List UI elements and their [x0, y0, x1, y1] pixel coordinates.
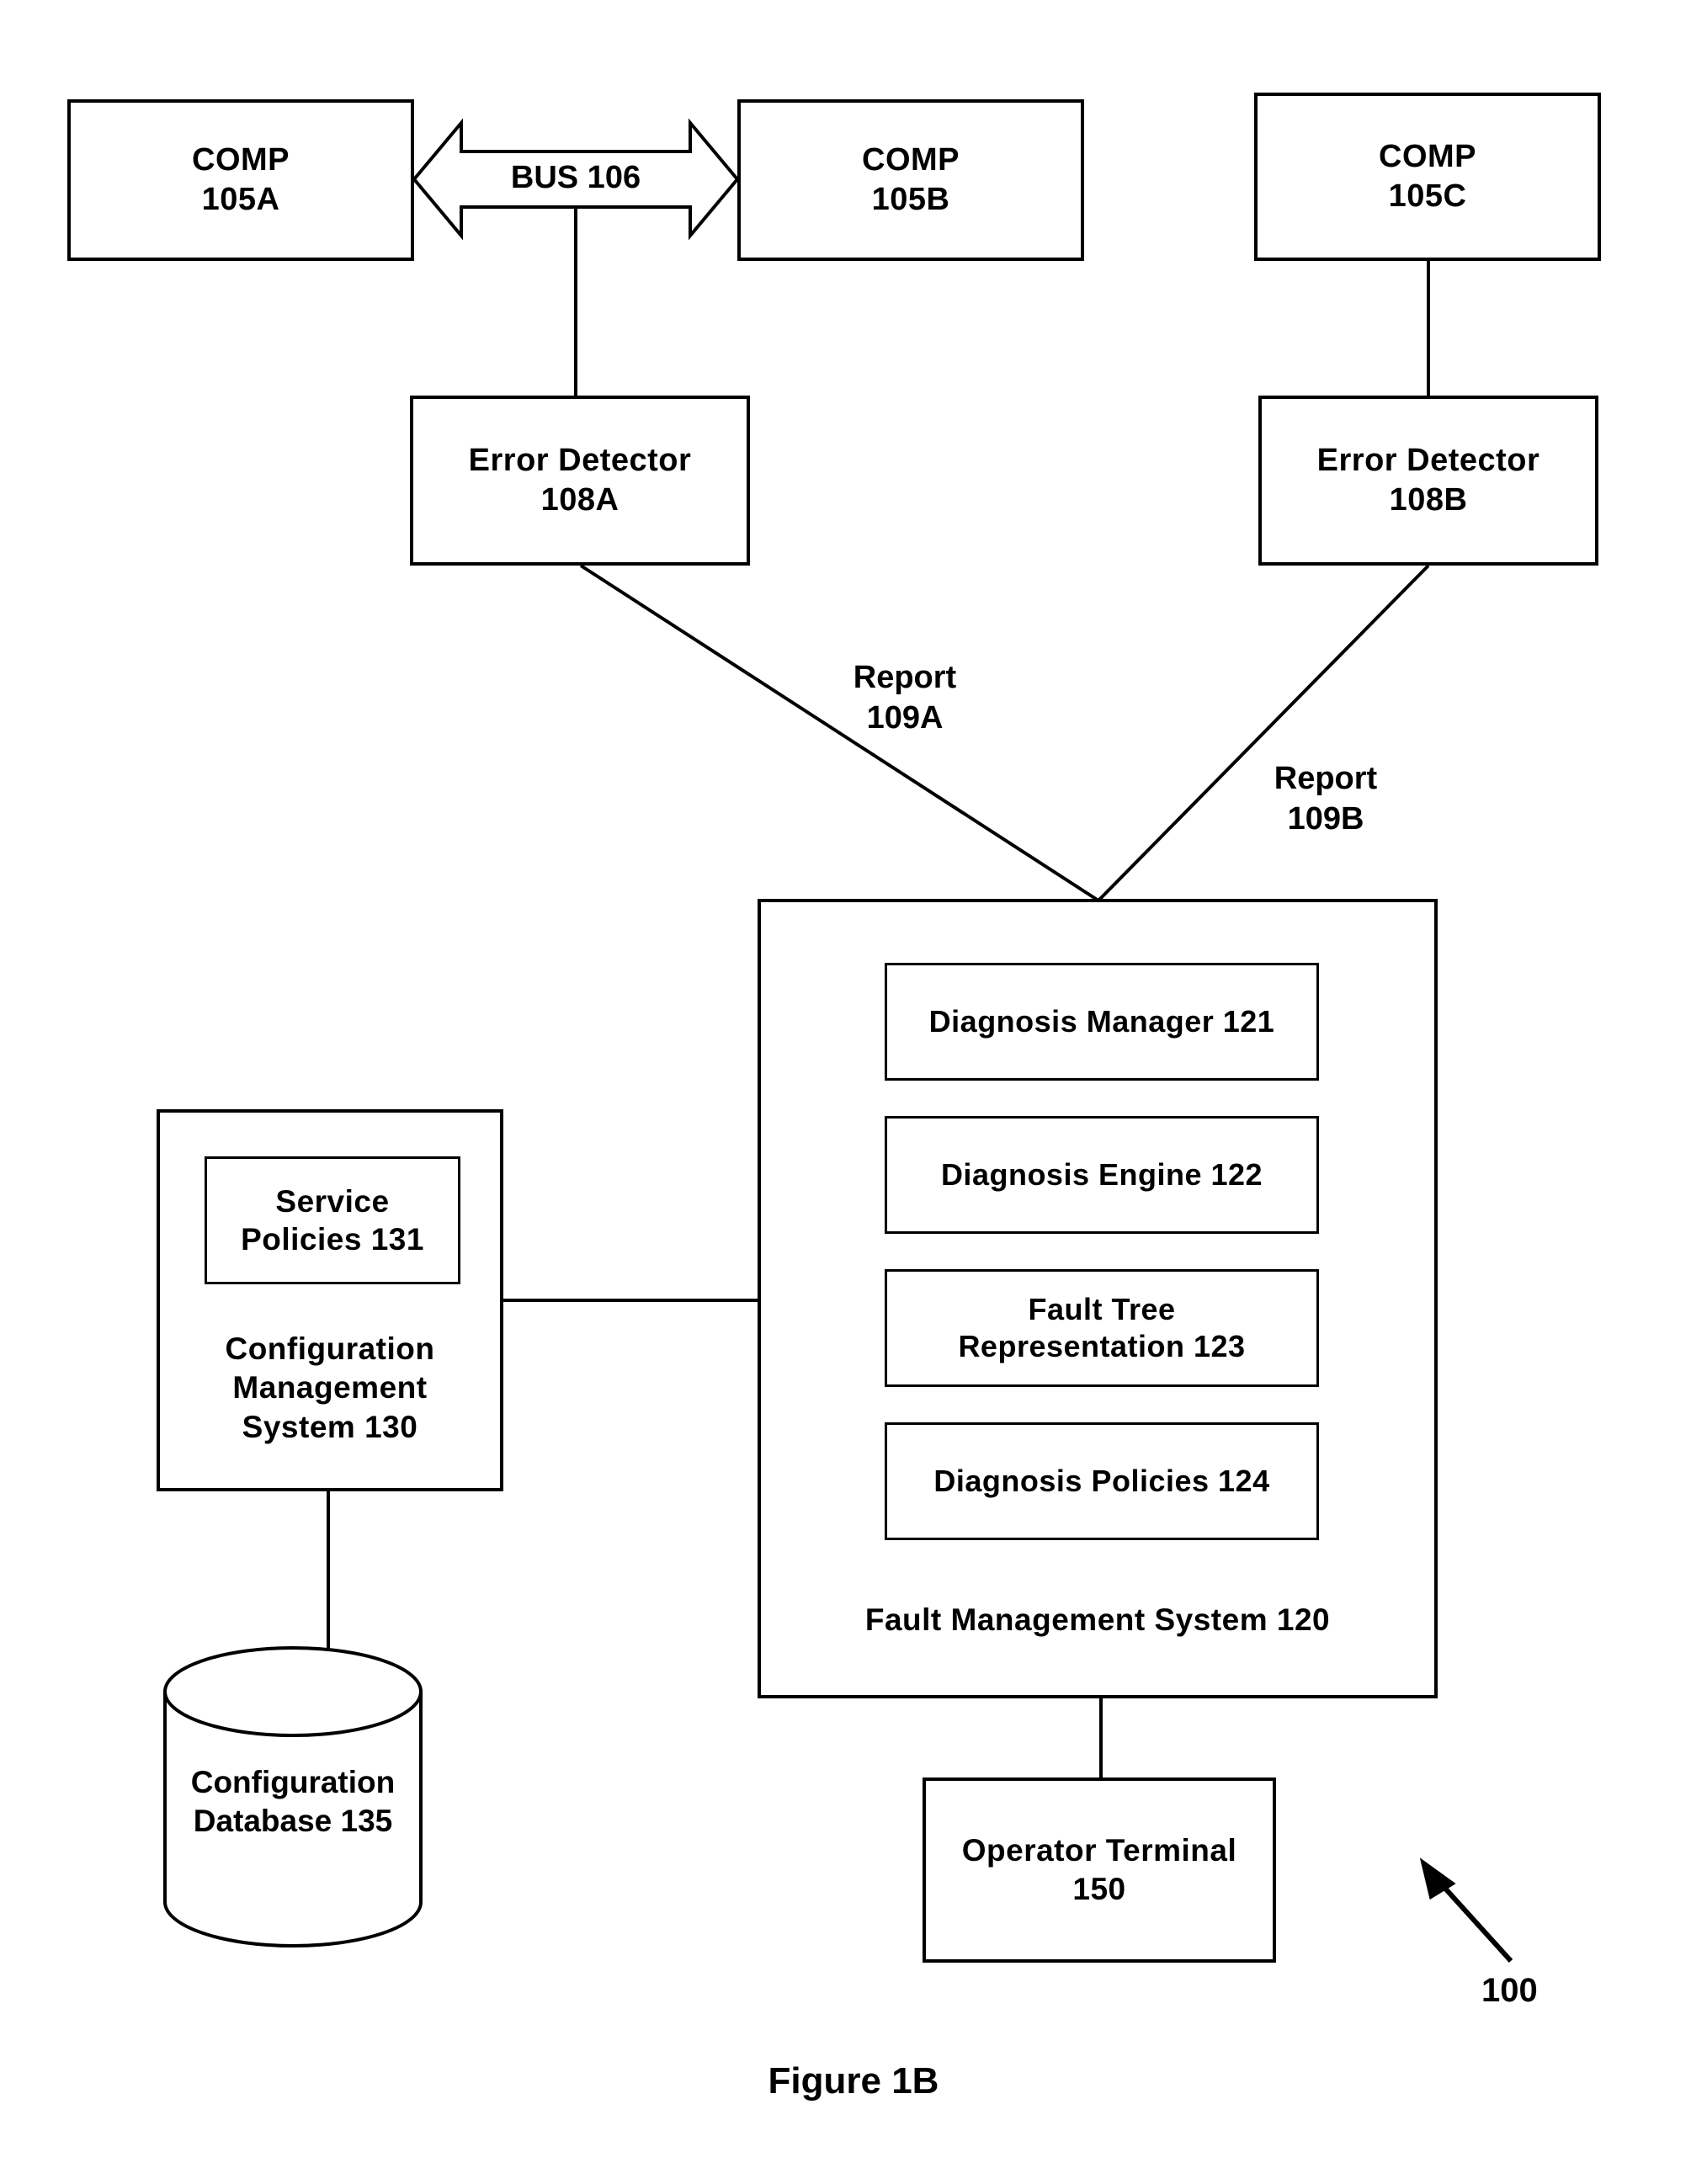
fault-management-system-box[interactable]: Diagnosis Manager 121 Diagnosis Engine 1…: [758, 899, 1438, 1698]
error-detector-108a-label: Error Detector 108A: [468, 442, 692, 518]
figure-canvas: BUS 106 COMP 105A COMP 105B COMP 105C Er…: [0, 0, 1707, 2184]
bus-label: BUS 106: [510, 160, 641, 195]
report-109b-line: [1097, 564, 1430, 902]
comp-105a-box[interactable]: COMP 105A: [67, 99, 414, 261]
error-detector-108b-box[interactable]: Error Detector 108B: [1258, 396, 1598, 566]
fault-tree-representation-123-label: Fault Tree Representation 123: [958, 1292, 1246, 1363]
configuration-database-label: Configuration Database 135: [190, 1765, 396, 1839]
comp-105b-box[interactable]: COMP 105B: [737, 99, 1084, 261]
figure-caption: Figure 1B: [768, 2060, 939, 2102]
system-reference-100-label: 100: [1481, 1972, 1538, 2009]
comp-105c-label: COMP 105C: [1379, 138, 1476, 215]
fault-tree-representation-123-box[interactable]: Fault Tree Representation 123: [885, 1269, 1319, 1387]
diagnosis-manager-121-label: Diagnosis Manager 121: [928, 1004, 1275, 1039]
service-policies-131-label: Service Policies 131: [241, 1183, 424, 1257]
diagnosis-policies-124-label: Diagnosis Policies 124: [933, 1464, 1270, 1499]
error-detector-108b-label: Error Detector 108B: [1316, 442, 1540, 518]
report-109a-label: Report 109A: [853, 660, 957, 736]
configuration-management-system-box[interactable]: Service Policies 131 Configuration Manag…: [157, 1109, 503, 1491]
comp-105b-label: COMP 105B: [862, 141, 960, 218]
service-policies-131-box[interactable]: Service Policies 131: [205, 1156, 460, 1284]
diagnosis-manager-121-box[interactable]: Diagnosis Manager 121: [885, 963, 1319, 1081]
operator-terminal-150-box[interactable]: Operator Terminal 150: [923, 1777, 1276, 1963]
comp-105c-box[interactable]: COMP 105C: [1254, 93, 1601, 261]
fault-management-system-title: Fault Management System 120: [864, 1602, 1331, 1637]
system-reference-arrow: [1419, 1857, 1513, 1963]
configuration-management-system-title: Configuration Management System 130: [225, 1331, 435, 1444]
diagnosis-engine-122-label: Diagnosis Engine 122: [940, 1157, 1263, 1193]
diagnosis-policies-124-box[interactable]: Diagnosis Policies 124: [885, 1422, 1319, 1540]
diagnosis-engine-122-box[interactable]: Diagnosis Engine 122: [885, 1116, 1319, 1234]
report-109b-label: Report 109B: [1274, 761, 1378, 837]
error-detector-108a-box[interactable]: Error Detector 108A: [410, 396, 750, 566]
operator-terminal-150-label: Operator Terminal 150: [961, 1832, 1237, 1906]
comp-105a-label: COMP 105A: [192, 141, 290, 218]
